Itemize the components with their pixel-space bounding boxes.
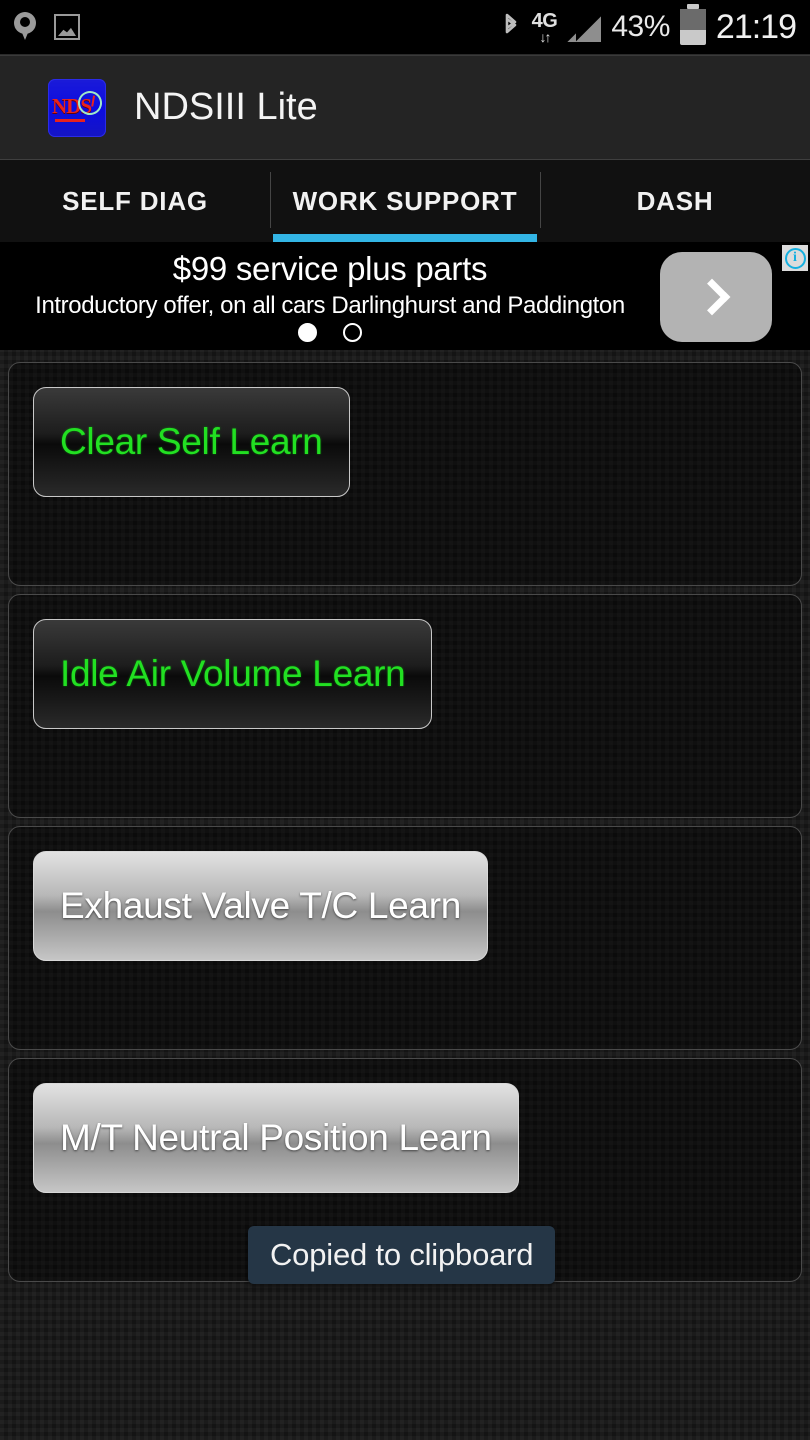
status-bar-right-icons: 4G ↓↑ 43% 21:19 [500, 4, 797, 47]
ad-banner[interactable]: $99 service plus parts Introductory offe… [0, 242, 810, 350]
ad-next-button[interactable] [660, 252, 772, 342]
ad-page-dots[interactable] [0, 323, 660, 342]
toast-message: Copied to clipboard [248, 1226, 556, 1284]
ad-headline: $99 service plus parts [172, 250, 488, 287]
network-arrows-icon: ↓↑ [539, 28, 552, 45]
list-item: Clear Self Learn [8, 362, 802, 586]
app-icon[interactable]: NDS [48, 78, 106, 137]
battery-icon [679, 4, 706, 45]
tab-label: WORK SUPPORT [292, 185, 518, 216]
action-bar: NDS NDSIII Lite [0, 55, 810, 160]
clock-label: 21:19 [715, 7, 797, 46]
list-item: Idle Air Volume Learn [8, 594, 802, 818]
list-item: Exhaust Valve T/C Learn [8, 826, 802, 1050]
ad-dot-2[interactable] [343, 323, 362, 342]
clear-self-learn-button[interactable]: Clear Self Learn [33, 387, 350, 497]
network-type-label: 4G [531, 9, 558, 32]
page-title: NDSIII Lite [134, 86, 318, 128]
network-type-indicator: 4G ↓↑ [532, 11, 558, 44]
ad-text-block: $99 service plus parts Introductory offe… [0, 250, 660, 320]
info-icon: i [784, 247, 806, 269]
location-pin-icon [14, 12, 36, 42]
bluetooth-icon [500, 12, 522, 42]
battery-percent-label: 43% [611, 10, 670, 43]
status-bar-left-icons [14, 12, 80, 42]
screenshot-image-icon [54, 14, 80, 40]
tab-work-support[interactable]: WORK SUPPORT [270, 160, 540, 242]
tab-label: DASH [636, 185, 714, 216]
ad-subtext: Introductory offer, on all cars Darlingh… [35, 292, 625, 319]
idle-air-volume-learn-button[interactable]: Idle Air Volume Learn [33, 619, 433, 729]
tab-bar: SELF DIAG WORK SUPPORT DASH [0, 160, 810, 242]
ad-info-badge[interactable]: i [782, 245, 808, 271]
tab-label: SELF DIAG [62, 185, 208, 216]
tab-self-diag[interactable]: SELF DIAG [0, 160, 270, 242]
tab-dash[interactable]: DASH [540, 160, 810, 242]
chevron-right-icon [693, 278, 731, 316]
ad-dot-1[interactable] [298, 323, 317, 342]
mt-neutral-position-learn-button[interactable]: M/T Neutral Position Learn [33, 1083, 519, 1193]
app-icon-underline [55, 118, 85, 122]
exhaust-valve-tc-learn-button[interactable]: Exhaust Valve T/C Learn [33, 851, 489, 961]
signal-bars-icon [567, 12, 602, 42]
status-bar: 4G ↓↑ 43% 21:19 [0, 0, 810, 55]
